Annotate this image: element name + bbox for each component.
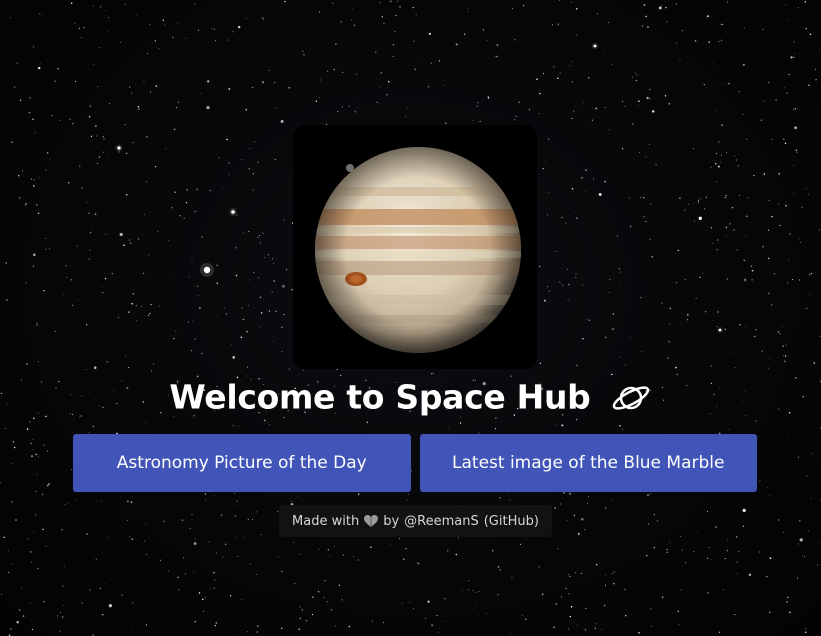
footer-made-with: Made with <box>292 513 360 529</box>
footer-by: by <box>383 513 400 529</box>
footer-credit: Made with by @ReemanS (GitHub) <box>279 505 552 537</box>
blue-marble-button[interactable]: Latest image of the Blue Marble <box>419 434 757 492</box>
nav-buttons: Astronomy Picture of the Day Latest imag… <box>73 434 757 492</box>
github-link[interactable]: (GitHub) <box>484 514 539 529</box>
apod-button[interactable]: Astronomy Picture of the Day <box>73 434 411 492</box>
author-link[interactable]: @ReemanS <box>404 514 479 529</box>
page-title: Welcome to Space Hub <box>0 372 821 422</box>
jupiter-image <box>293 125 537 369</box>
ringed-planet-icon <box>612 385 649 410</box>
heart-icon <box>364 514 379 527</box>
title-text: Welcome to Space Hub <box>169 377 591 417</box>
page-background: Welcome to Space Hub Astronomy Picture o… <box>0 0 821 636</box>
